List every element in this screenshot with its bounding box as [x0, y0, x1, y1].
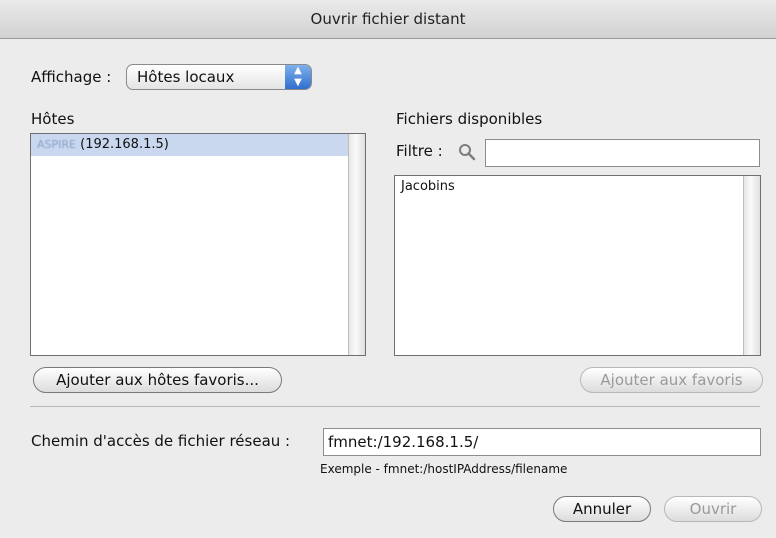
display-popup[interactable]: Hôtes locaux ▲ ▼	[126, 64, 312, 90]
hosts-scrollbar[interactable]	[348, 134, 365, 355]
list-item[interactable]: Jacobins	[395, 176, 760, 198]
network-path-field[interactable]: fmnet:/192.168.1.5/	[323, 428, 761, 456]
display-popup-value: Hôtes locaux	[137, 68, 235, 86]
network-path-label: Chemin d'accès de fichier réseau :	[31, 432, 291, 450]
display-label: Affichage :	[31, 68, 112, 86]
files-list[interactable]: Jacobins	[394, 175, 761, 356]
add-favorite-hosts-button[interactable]: Ajouter aux hôtes favoris...	[33, 367, 282, 393]
popup-arrows-icon: ▲ ▼	[285, 65, 311, 89]
separator	[30, 406, 760, 407]
path-example: Exemple - fmnet:/hostIPAddress/filename	[320, 462, 568, 476]
files-scrollbar[interactable]	[743, 176, 760, 355]
open-button[interactable]: Ouvrir	[664, 496, 762, 522]
filter-label: Filtre :	[396, 142, 443, 160]
cancel-button[interactable]: Annuler	[553, 496, 651, 522]
host-name: ASPIRE	[37, 138, 76, 151]
add-favorites-button[interactable]: Ajouter aux favoris	[580, 367, 763, 393]
hosts-list[interactable]: ASPIRE (192.168.1.5)	[30, 133, 366, 356]
files-label: Fichiers disponibles	[396, 110, 543, 128]
host-address: (192.168.1.5)	[80, 137, 169, 152]
search-icon	[458, 143, 476, 161]
filter-input[interactable]	[485, 139, 760, 167]
window-title: Ouvrir fichier distant	[0, 0, 776, 39]
list-item[interactable]: ASPIRE (192.168.1.5)	[31, 134, 365, 156]
hosts-label: Hôtes	[31, 110, 75, 128]
